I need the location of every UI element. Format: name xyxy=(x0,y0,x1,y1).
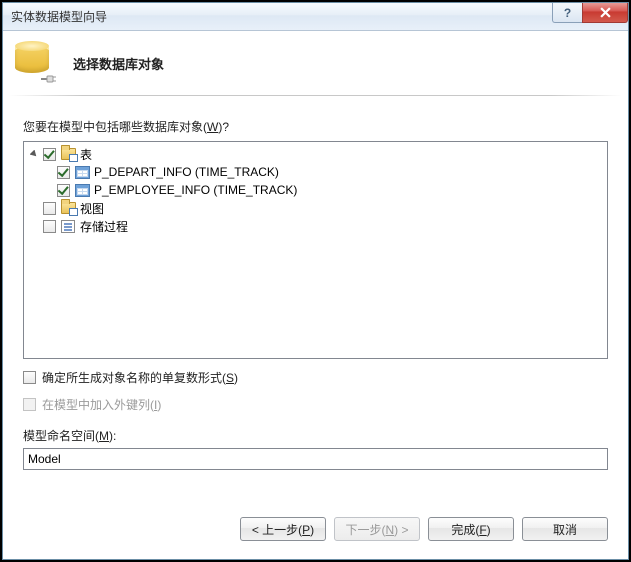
wizard-content: 您要在模型中包括哪些数据库对象(W)? 表 P_DEPART_INFO (TIM… xyxy=(3,104,628,503)
include-fk-label: 在模型中加入外键列(I) xyxy=(42,396,161,413)
help-icon: ? xyxy=(564,6,571,20)
help-button[interactable]: ? xyxy=(552,3,582,23)
window-title: 实体数据模型向导 xyxy=(11,8,107,25)
namespace-input[interactable] xyxy=(23,448,608,470)
next-button: 下一步(N) > xyxy=(334,517,420,541)
tree-node-views[interactable]: 视图 xyxy=(28,199,603,217)
checkbox-table-item[interactable] xyxy=(57,166,70,179)
close-button[interactable] xyxy=(582,3,628,23)
checkbox-sprocs[interactable] xyxy=(43,220,56,233)
window-controls: ? xyxy=(552,3,628,23)
tree-node-tables[interactable]: 表 xyxy=(28,145,603,163)
tree-node-table-item[interactable]: P_DEPART_INFO (TIME_TRACK) xyxy=(28,163,603,181)
wizard-window: 实体数据模型向导 ? 选择数据库对象 您要在模型中包 xyxy=(2,2,629,560)
close-icon xyxy=(600,7,611,18)
finish-button[interactable]: 完成(F) xyxy=(428,517,514,541)
prompt-label: 您要在模型中包括哪些数据库对象(W)? xyxy=(23,118,608,135)
titlebar: 实体数据模型向导 ? xyxy=(3,3,628,31)
checkbox-tables[interactable] xyxy=(43,148,56,161)
pluralize-checkbox-row[interactable]: 确定所生成对象名称的单复数形式(S) xyxy=(23,369,608,386)
namespace-label: 模型命名空间(M): xyxy=(23,427,608,444)
wizard-header: 选择数据库对象 xyxy=(3,31,628,95)
expander-placeholder xyxy=(28,202,40,214)
tree-node-table-item[interactable]: P_EMPLOYEE_INFO (TIME_TRACK) xyxy=(28,181,603,199)
database-objects-tree[interactable]: 表 P_DEPART_INFO (TIME_TRACK) P_EMPLOYEE_… xyxy=(23,141,608,359)
folder-views-icon xyxy=(60,200,76,216)
checkbox-pluralize[interactable] xyxy=(23,371,36,384)
expander-icon[interactable] xyxy=(28,148,40,160)
header-divider xyxy=(9,95,622,96)
expander-placeholder xyxy=(28,220,40,232)
checkbox-include-fk xyxy=(23,398,36,411)
include-fk-checkbox-row: 在模型中加入外键列(I) xyxy=(23,396,608,413)
pluralize-label: 确定所生成对象名称的单复数形式(S) xyxy=(42,369,238,386)
wizard-step-title: 选择数据库对象 xyxy=(73,54,164,73)
tree-label: 存储过程 xyxy=(80,218,128,235)
checkbox-views[interactable] xyxy=(43,202,56,215)
tree-label: 表 xyxy=(80,146,92,163)
sproc-icon xyxy=(60,218,76,234)
previous-button[interactable]: < 上一步(P) xyxy=(240,517,326,541)
tree-node-sprocs[interactable]: 存储过程 xyxy=(28,217,603,235)
table-icon xyxy=(74,164,90,180)
checkbox-table-item[interactable] xyxy=(57,184,70,197)
folder-tables-icon xyxy=(60,146,76,162)
table-icon xyxy=(74,182,90,198)
tree-label: P_DEPART_INFO (TIME_TRACK) xyxy=(94,165,279,179)
tree-label: 视图 xyxy=(80,200,104,217)
tree-label: P_EMPLOYEE_INFO (TIME_TRACK) xyxy=(94,183,297,197)
background-window-hint xyxy=(173,2,253,16)
database-icon xyxy=(15,43,55,83)
cancel-button[interactable]: 取消 xyxy=(522,517,608,541)
wizard-buttons: < 上一步(P) 下一步(N) > 完成(F) 取消 xyxy=(3,503,628,559)
